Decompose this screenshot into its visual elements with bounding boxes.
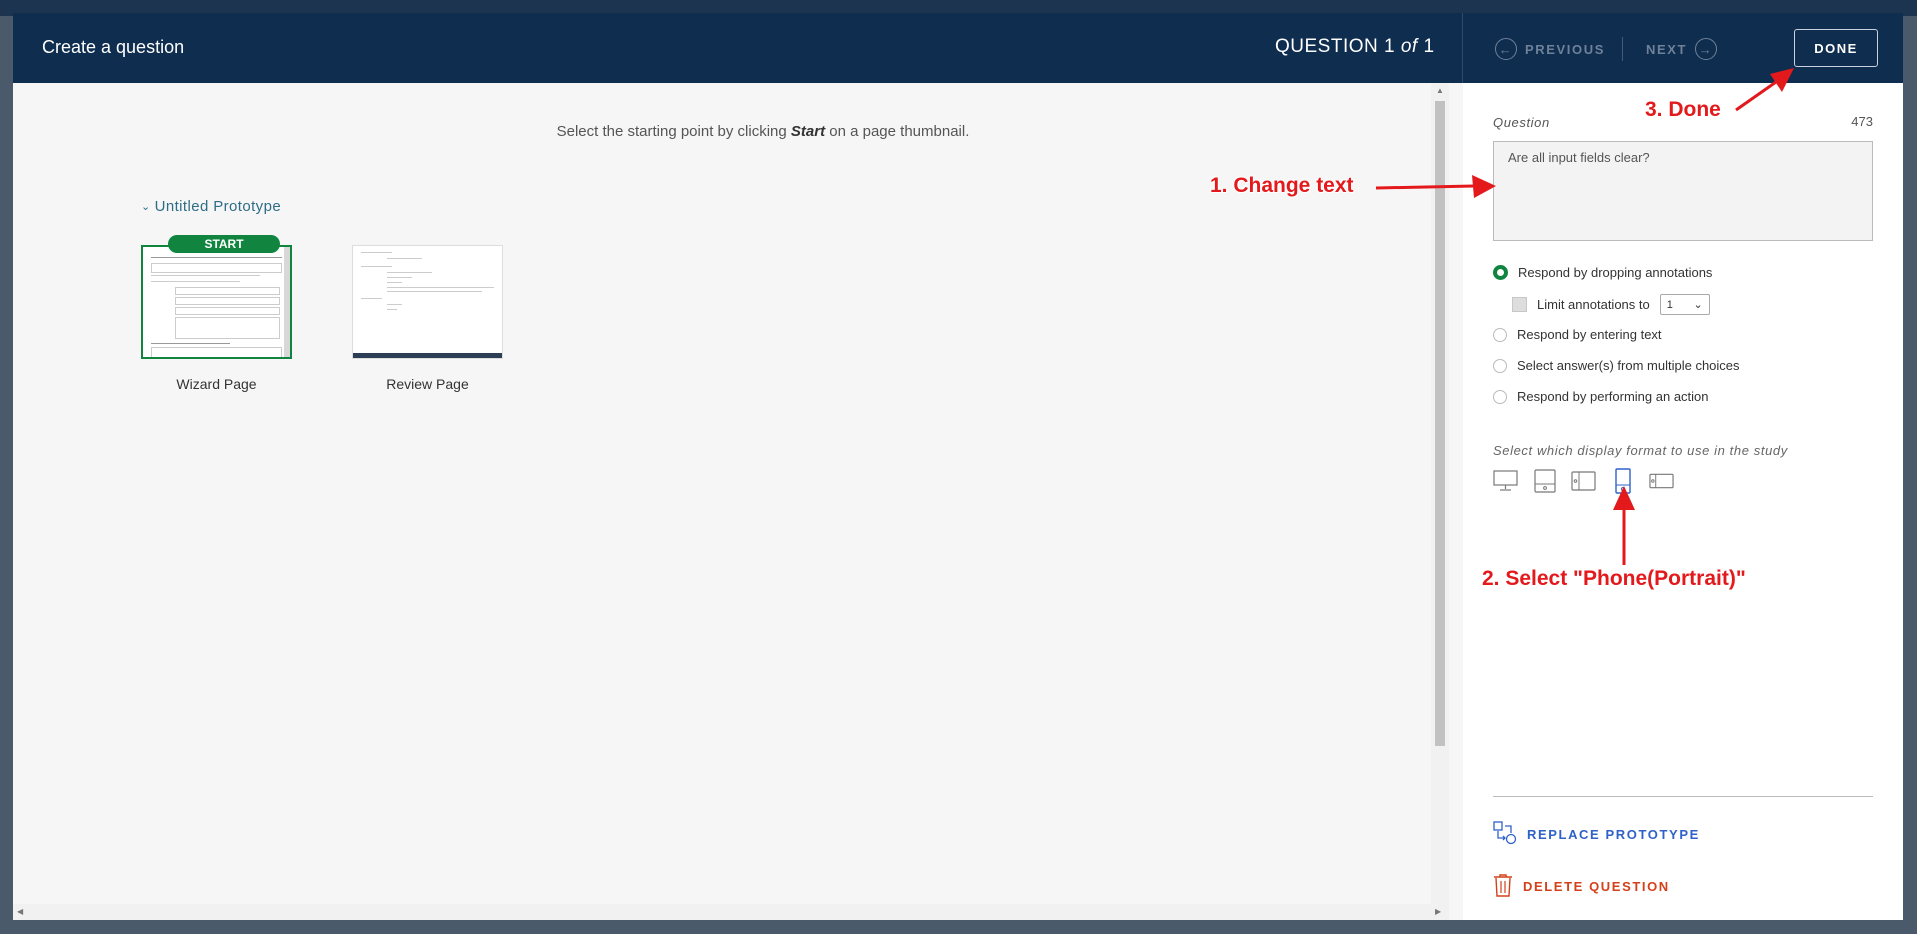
option-performing-action[interactable]: Respond by performing an action bbox=[1493, 389, 1709, 404]
scrollbar-thumb[interactable] bbox=[1435, 101, 1445, 746]
limit-value: 1 bbox=[1666, 298, 1673, 311]
counter-suffix: 1 bbox=[1417, 36, 1435, 57]
option-label: Respond by entering text bbox=[1517, 327, 1662, 342]
instruction-bold: Start bbox=[790, 123, 826, 140]
counter-of: of bbox=[1400, 36, 1418, 57]
replace-icon bbox=[1493, 821, 1517, 848]
radio-selected-icon[interactable] bbox=[1493, 265, 1508, 280]
limit-label: Limit annotations to bbox=[1537, 297, 1650, 312]
thumbnail-wizard-page[interactable] bbox=[141, 245, 292, 359]
desktop-icon[interactable] bbox=[1493, 469, 1518, 493]
scroll-up-icon[interactable]: ▲ bbox=[1436, 86, 1444, 95]
option-label: Respond by dropping annotations bbox=[1518, 265, 1713, 280]
limit-annotations-checkbox[interactable] bbox=[1512, 297, 1527, 312]
annotation-step-2: 2. Select "Phone(Portrait)" bbox=[1482, 567, 1746, 590]
scroll-right-icon[interactable]: ▶ bbox=[1435, 907, 1441, 916]
delete-question-button[interactable]: DELETE QUESTION bbox=[1493, 873, 1670, 900]
format-label: Select which display format to use in th… bbox=[1493, 443, 1788, 458]
next-label: NEXT bbox=[1646, 41, 1688, 57]
scroll-left-icon[interactable]: ◀ bbox=[17, 907, 23, 916]
thumbnail-review-page[interactable] bbox=[352, 245, 503, 359]
done-button[interactable]: DONE bbox=[1794, 29, 1878, 67]
format-selector bbox=[1493, 468, 1674, 494]
next-button[interactable]: NEXT → bbox=[1646, 37, 1718, 61]
horizontal-scrollbar[interactable]: ◀ ▶ bbox=[13, 904, 1449, 920]
sidebar-divider bbox=[1493, 796, 1873, 797]
option-multiple-choice[interactable]: Select answer(s) from multiple choices bbox=[1493, 358, 1740, 373]
limit-annotations-row: Limit annotations to 1 ⌄ bbox=[1512, 294, 1710, 315]
arrow-left-icon: ← bbox=[1495, 38, 1517, 60]
question-sidebar: Question 473 Respond by dropping annotat… bbox=[1463, 83, 1903, 920]
header-divider bbox=[1462, 13, 1463, 83]
question-input[interactable] bbox=[1493, 141, 1873, 241]
tablet-portrait-icon[interactable] bbox=[1532, 469, 1557, 493]
annotation-step-3: 3. Done bbox=[1645, 98, 1721, 121]
instruction-before: Select the starting point by clicking bbox=[556, 123, 791, 140]
trash-icon bbox=[1493, 873, 1513, 900]
thumbnail-label: Review Page bbox=[386, 376, 469, 392]
tablet-landscape-icon[interactable] bbox=[1571, 469, 1596, 493]
prototype-toggle[interactable]: ⌄ Untitled Prototype bbox=[141, 198, 281, 215]
chevron-down-icon: ⌄ bbox=[1693, 299, 1703, 311]
vertical-scrollbar[interactable]: ▲ ▼ bbox=[1431, 83, 1449, 920]
prototype-canvas: Select the starting point by clicking St… bbox=[13, 83, 1462, 920]
prototype-title: Untitled Prototype bbox=[154, 198, 282, 215]
option-entering-text[interactable]: Respond by entering text bbox=[1493, 327, 1662, 342]
replace-prototype-button[interactable]: REPLACE PROTOTYPE bbox=[1493, 821, 1700, 848]
counter-prefix: QUESTION 1 bbox=[1275, 36, 1401, 57]
radio-icon[interactable] bbox=[1493, 327, 1507, 342]
create-question-modal: Create a question QUESTION 1 of 1 ← PREV… bbox=[13, 13, 1903, 920]
radio-icon[interactable] bbox=[1493, 358, 1507, 373]
previous-button[interactable]: ← PREVIOUS bbox=[1495, 37, 1605, 61]
radio-icon[interactable] bbox=[1493, 389, 1507, 404]
question-counter: QUESTION 1 of 1 bbox=[1275, 36, 1435, 58]
modal-title: Create a question bbox=[42, 37, 185, 57]
nav-separator bbox=[1622, 37, 1623, 61]
instruction-text: Select the starting point by clicking St… bbox=[13, 123, 1513, 140]
previous-label: PREVIOUS bbox=[1525, 41, 1605, 57]
instruction-after: on a page thumbnail. bbox=[825, 123, 970, 140]
annotation-step-1: 1. Change text bbox=[1210, 174, 1354, 197]
phone-portrait-icon[interactable] bbox=[1610, 468, 1635, 494]
start-badge[interactable]: START bbox=[168, 235, 280, 253]
char-count: 473 bbox=[1851, 114, 1873, 129]
replace-label: REPLACE PROTOTYPE bbox=[1527, 827, 1700, 842]
question-label: Question bbox=[1493, 115, 1550, 130]
limit-annotations-select[interactable]: 1 ⌄ bbox=[1659, 294, 1710, 315]
option-label: Respond by performing an action bbox=[1517, 389, 1709, 404]
option-drop-annotations[interactable]: Respond by dropping annotations bbox=[1493, 265, 1712, 280]
chevron-down-icon: ⌄ bbox=[141, 201, 151, 213]
option-label: Select answer(s) from multiple choices bbox=[1517, 358, 1740, 373]
modal-header: Create a question QUESTION 1 of 1 ← PREV… bbox=[13, 13, 1903, 83]
arrow-right-icon: → bbox=[1695, 38, 1718, 60]
thumbnail-label: Wizard Page bbox=[176, 376, 257, 392]
delete-label: DELETE QUESTION bbox=[1523, 879, 1670, 894]
phone-landscape-icon[interactable] bbox=[1649, 469, 1674, 493]
